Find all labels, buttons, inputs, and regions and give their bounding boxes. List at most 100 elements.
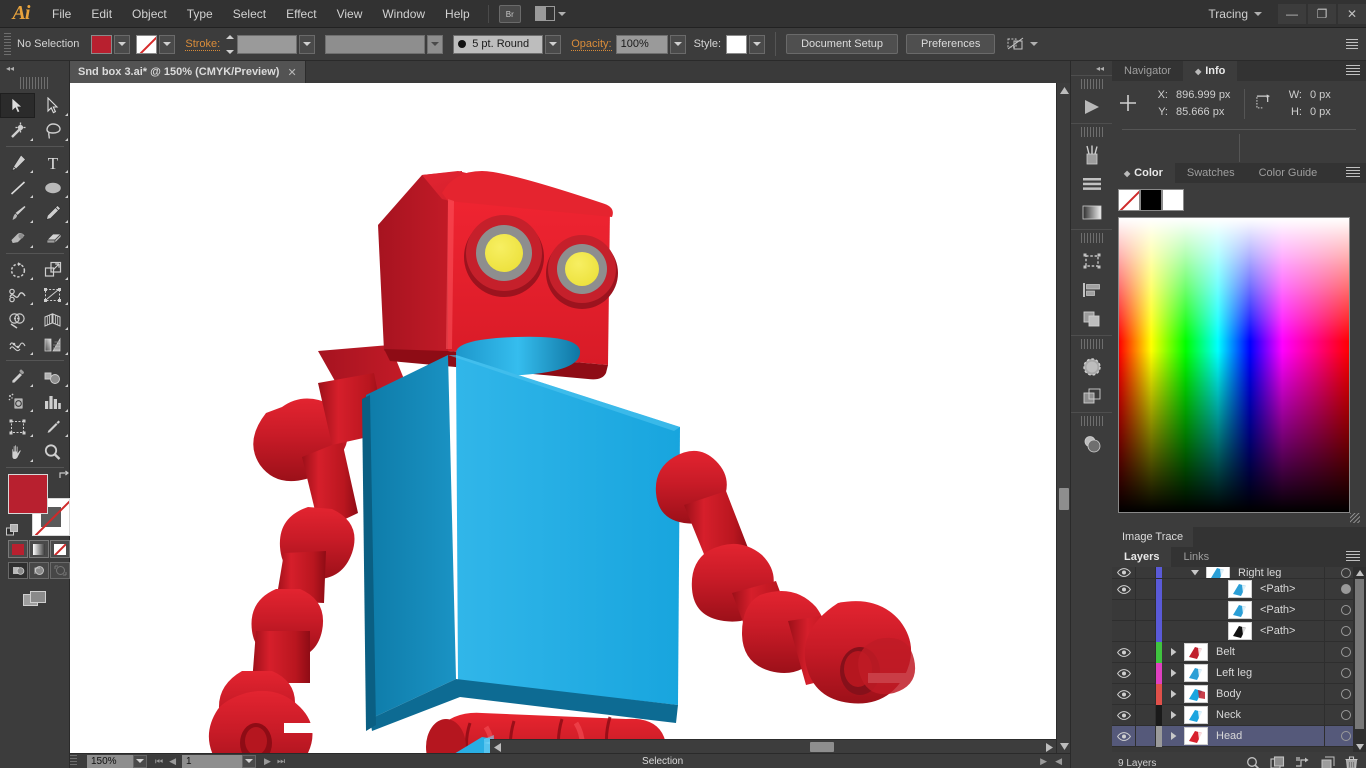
- line-segment-tool[interactable]: [0, 175, 35, 200]
- ellipse-tool[interactable]: [35, 175, 70, 200]
- layers-scrollbar[interactable]: [1353, 567, 1366, 752]
- layer-lock-toggle[interactable]: [1136, 599, 1156, 621]
- pathfinder-icon[interactable]: [1071, 304, 1113, 333]
- fill-swatch[interactable]: [91, 34, 113, 54]
- menu-select[interactable]: Select: [223, 3, 276, 25]
- prev-page-icon[interactable]: ◀: [169, 756, 176, 767]
- stroke-weight-dropdown[interactable]: [299, 34, 316, 54]
- brushes-icon[interactable]: [1071, 140, 1113, 169]
- tab-swatches[interactable]: Swatches: [1174, 163, 1247, 183]
- tab-navigator[interactable]: Navigator: [1112, 61, 1184, 81]
- gradient-icon[interactable]: [1071, 198, 1113, 227]
- layers-scroll-thumb[interactable]: [1355, 579, 1364, 729]
- scale-tool[interactable]: [35, 257, 70, 282]
- tab-image-trace[interactable]: Image Trace: [1112, 527, 1194, 547]
- layer-lock-toggle[interactable]: [1136, 725, 1156, 747]
- restore-button[interactable]: ❐: [1308, 3, 1336, 24]
- graphic-style-swatch[interactable]: [726, 34, 748, 54]
- document-setup-button[interactable]: Document Setup: [786, 34, 899, 54]
- menu-edit[interactable]: Edit: [81, 3, 122, 25]
- stroke-profile-dropdown[interactable]: [427, 34, 444, 54]
- align-icon[interactable]: [1071, 275, 1113, 304]
- stroke-weight-stepper[interactable]: [224, 34, 236, 54]
- none-button[interactable]: [50, 540, 70, 558]
- toolbar-grip[interactable]: [19, 77, 50, 89]
- layer-lock-toggle[interactable]: [1136, 662, 1156, 684]
- layer-row[interactable]: Body: [1112, 683, 1366, 705]
- dock-grip[interactable]: [1080, 127, 1103, 137]
- layer-row[interactable]: <Path>: [1112, 599, 1366, 621]
- layer-expand-toggle[interactable]: [1162, 648, 1184, 656]
- layer-expand-toggle[interactable]: [1184, 569, 1206, 576]
- status-resize-icon[interactable]: ◀: [1055, 756, 1070, 767]
- gradient-tool[interactable]: [35, 332, 70, 357]
- canvas-vertical-scrollbar[interactable]: [1056, 83, 1070, 753]
- transform-each-icon[interactable]: [1007, 37, 1025, 51]
- layer-lock-toggle[interactable]: [1136, 578, 1156, 600]
- perspective-grid-tool[interactable]: [35, 307, 70, 332]
- slice-tool[interactable]: [35, 414, 70, 439]
- rotate-tool[interactable]: [0, 257, 35, 282]
- layer-visibility-toggle[interactable]: [1112, 725, 1136, 747]
- draw-behind-icon[interactable]: [29, 562, 49, 579]
- paintbrush-tool[interactable]: [0, 200, 35, 225]
- layers-panel-menu-icon[interactable]: [1346, 551, 1360, 562]
- column-graph-tool[interactable]: [35, 389, 70, 414]
- layer-expand-toggle[interactable]: [1162, 711, 1184, 719]
- control-bar-grip[interactable]: [4, 33, 11, 55]
- zoom-level-dropdown[interactable]: [133, 754, 147, 768]
- opacity-dropdown[interactable]: [669, 34, 686, 54]
- default-fill-stroke-icon[interactable]: [6, 524, 20, 538]
- mesh-tool[interactable]: [0, 332, 35, 357]
- zoom-tool[interactable]: [35, 439, 70, 464]
- create-sublayer-icon[interactable]: [1295, 756, 1311, 768]
- color-spectrum[interactable]: [1118, 217, 1350, 513]
- locate-object-icon[interactable]: [1246, 756, 1260, 768]
- page-number-field[interactable]: 1: [182, 754, 243, 768]
- preferences-button[interactable]: Preferences: [906, 34, 996, 54]
- layer-row[interactable]: Left leg: [1112, 662, 1366, 684]
- next-page-icon[interactable]: ▶: [264, 756, 271, 767]
- layer-expand-toggle[interactable]: [1162, 690, 1184, 698]
- scroll-up-icon[interactable]: [1057, 83, 1071, 97]
- layer-row[interactable]: <Path>: [1112, 620, 1366, 642]
- graphic-style-dropdown[interactable]: [749, 34, 766, 54]
- minimize-button[interactable]: —: [1278, 3, 1306, 24]
- layer-visibility-toggle[interactable]: [1112, 704, 1136, 726]
- free-transform-tool[interactable]: [35, 282, 70, 307]
- blend-tool[interactable]: [35, 364, 70, 389]
- tab-links[interactable]: Links: [1171, 547, 1222, 567]
- draw-normal-icon[interactable]: [8, 562, 28, 579]
- tab-layers[interactable]: Layers: [1112, 547, 1172, 567]
- menu-file[interactable]: File: [42, 3, 81, 25]
- layers-scroll-down-icon[interactable]: [1353, 741, 1366, 752]
- fill-color-swatch[interactable]: [8, 474, 48, 514]
- screen-mode-button[interactable]: [20, 587, 50, 611]
- layer-visibility-toggle[interactable]: [1112, 599, 1136, 621]
- tab-info[interactable]: ◆ Info: [1183, 61, 1238, 81]
- opacity-field[interactable]: 100%: [615, 34, 668, 54]
- vertical-scroll-thumb[interactable]: [1059, 488, 1069, 510]
- scroll-right-icon[interactable]: [1042, 740, 1056, 754]
- layer-lock-toggle[interactable]: [1136, 567, 1156, 578]
- stroke-dropdown[interactable]: [159, 34, 176, 54]
- type-tool[interactable]: T: [35, 150, 70, 175]
- layer-visibility-toggle[interactable]: [1112, 620, 1136, 642]
- swatch-none[interactable]: [1118, 189, 1140, 211]
- hand-tool[interactable]: [0, 439, 35, 464]
- canvas[interactable]: [70, 83, 1070, 753]
- chevron-down-icon[interactable]: [1030, 42, 1039, 46]
- layer-lock-toggle[interactable]: [1136, 620, 1156, 642]
- pencil-tool[interactable]: [35, 200, 70, 225]
- layer-lock-toggle[interactable]: [1136, 704, 1156, 726]
- menu-effect[interactable]: Effect: [276, 3, 326, 25]
- layer-visibility-toggle[interactable]: [1112, 683, 1136, 705]
- first-page-icon[interactable]: ⏮: [155, 756, 163, 767]
- create-new-layer-icon[interactable]: [1321, 756, 1335, 768]
- symbol-sprayer-tool[interactable]: [0, 389, 35, 414]
- layer-row[interactable]: Belt: [1112, 641, 1366, 663]
- menu-object[interactable]: Object: [122, 3, 177, 25]
- menu-view[interactable]: View: [327, 3, 373, 25]
- layer-visibility-toggle[interactable]: [1112, 641, 1136, 663]
- brush-definition-field[interactable]: 5 pt. Round: [453, 34, 544, 54]
